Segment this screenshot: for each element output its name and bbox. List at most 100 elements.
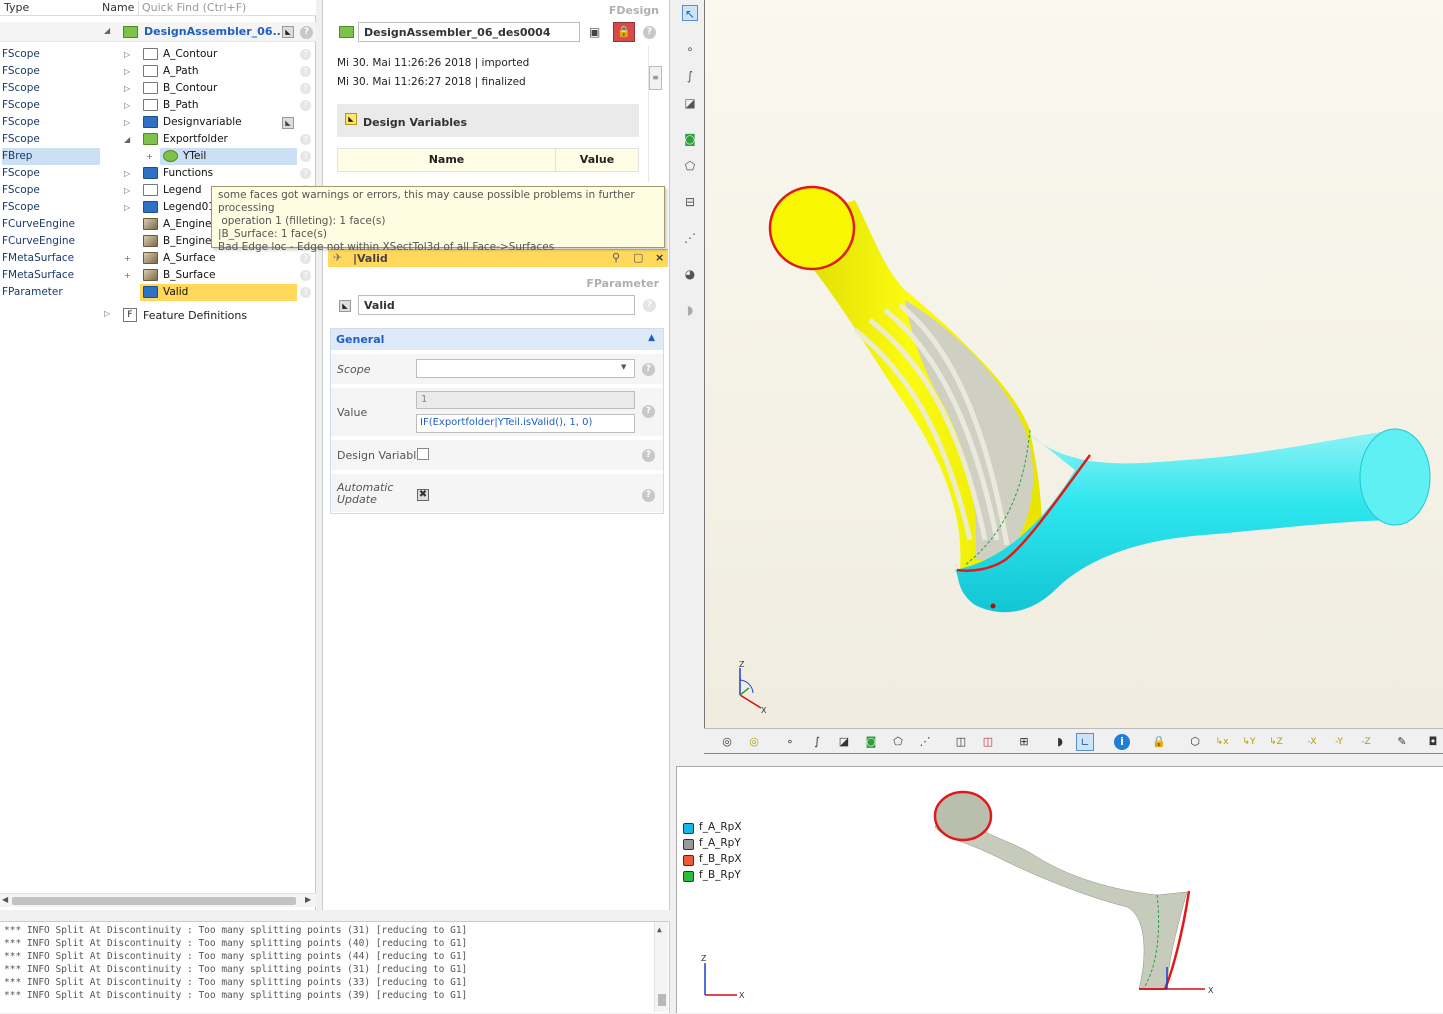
tree-row[interactable]: FScope ◢ Exportfolder? (0, 131, 316, 148)
help-icon[interactable]: ? (642, 405, 655, 418)
tree-row-name[interactable]: Legend (163, 182, 202, 199)
scrollbar-thumb[interactable] (12, 897, 296, 905)
expand-toggle-icon[interactable]: ▷ (124, 165, 130, 182)
tree-row[interactable]: FScope ▷ Designvariable ◣ (0, 114, 316, 131)
point-filter-icon[interactable]: ∘ (781, 733, 799, 751)
tree-row[interactable]: FScope ▷ B_Path? (0, 97, 316, 114)
help-icon[interactable]: ? (300, 26, 313, 39)
parameter-name-field[interactable]: Valid (358, 295, 635, 315)
curve-filter-icon[interactable]: ∫ (808, 733, 826, 751)
help-icon[interactable]: ? (300, 168, 311, 179)
chevron-down-icon[interactable]: ▼ (621, 363, 626, 371)
expand-toggle-icon[interactable]: ▷ (124, 199, 130, 216)
name-column-header[interactable]: Name (338, 149, 556, 171)
tree-row-name[interactable]: A_Contour (163, 46, 217, 63)
secondary-model-view[interactable]: X Z X (677, 767, 1443, 1014)
value-expression-field[interactable]: IF(Exportfolder|YTeil.isValid(), 1, 0) (416, 414, 635, 433)
center-view-icon[interactable]: ◎ (745, 733, 763, 751)
tree-row-name[interactable]: B_Surface (163, 267, 215, 284)
view-y-icon[interactable]: ↳Y (1240, 733, 1258, 751)
section-icon[interactable]: ◫ (952, 733, 970, 751)
tree-horizontal-scrollbar[interactable]: ◀ ▶ (0, 893, 316, 907)
edit-icon[interactable]: ◣ (282, 117, 294, 129)
help-icon[interactable]: ? (300, 134, 311, 145)
expand-toggle-icon[interactable]: ▷ (124, 182, 130, 199)
mesh-filter-icon[interactable]: ⬠ (889, 733, 907, 751)
expand-toggle-icon[interactable]: ◢ (124, 131, 130, 148)
expand-toggle-icon[interactable]: + (124, 267, 131, 284)
type-column-header[interactable]: Type (4, 1, 29, 14)
tree-row[interactable]: FScope ▷ A_Path? (0, 63, 316, 80)
clip-plane-icon[interactable]: ◫ (979, 733, 997, 751)
collapse-icon[interactable]: ▲ (648, 333, 655, 343)
tree-row-name[interactable]: A_Surface (163, 250, 215, 267)
tree-row-name[interactable]: B_Engine (163, 233, 211, 250)
help-icon[interactable]: ? (643, 299, 656, 312)
curve-tool-icon[interactable]: ∫ (682, 68, 698, 84)
help-icon[interactable]: ? (300, 287, 311, 298)
help-icon[interactable]: ? (300, 253, 311, 264)
tree-row[interactable]: FMetaSurface + B_Surface? (0, 267, 316, 284)
mesh-icon[interactable]: ⬠ (682, 158, 698, 174)
tree-row-name[interactable]: Valid (163, 284, 188, 301)
shaded-filter-icon[interactable]: ◙ (862, 733, 880, 751)
expand-toggle-icon[interactable]: ▷ (124, 63, 130, 80)
expand-arrow-icon[interactable]: ▷ (104, 309, 110, 318)
select-tool-icon[interactable]: ↖ (682, 5, 698, 21)
design-variable-checkbox[interactable] (417, 448, 429, 460)
help-icon[interactable]: ? (300, 270, 311, 281)
help-icon[interactable]: ? (300, 100, 311, 111)
feature-definitions-row[interactable]: ▷ F Feature Definitions (0, 306, 316, 326)
scroll-right-icon[interactable]: ▶ (305, 895, 311, 904)
view-minus-z-icon[interactable]: -Z (1357, 733, 1375, 751)
grid-icon[interactable]: ⊞ (1015, 733, 1033, 751)
tree-row-name[interactable]: A_Engine (163, 216, 211, 233)
view-x-icon[interactable]: ↳x (1213, 733, 1231, 751)
tree-row-name[interactable]: Exportfolder (163, 131, 228, 148)
tree-row[interactable]: FBrep + YTeil? (0, 148, 316, 165)
expand-toggle-icon[interactable]: ▷ (124, 80, 130, 97)
name-column-header[interactable]: Name (102, 1, 134, 14)
edit-icon[interactable]: ◣ (282, 26, 294, 38)
save-icon[interactable]: ▣ (589, 25, 600, 39)
sketch-icon[interactable]: ✎ (1393, 733, 1411, 751)
tree-root-label[interactable]: DesignAssembler_06... (144, 25, 285, 38)
scope-select[interactable] (416, 359, 635, 378)
expand-toggle-icon[interactable]: + (124, 250, 131, 267)
help-icon[interactable]: ? (642, 489, 655, 502)
expand-toggle-icon[interactable]: + (146, 148, 153, 165)
log-scrollbar[interactable]: ▲ (654, 922, 668, 1012)
tree-row[interactable]: FScope ▷ Functions? (0, 165, 316, 182)
quick-find-input[interactable]: Quick Find (Ctrl+F) (142, 1, 246, 14)
tree-row[interactable]: FParameter Valid? (0, 284, 316, 301)
help-icon[interactable]: ? (300, 83, 311, 94)
tree-row-name[interactable]: Designvariable (163, 114, 242, 131)
3d-model-view[interactable]: Z X (705, 0, 1443, 728)
expand-toggle-icon[interactable]: ▷ (124, 46, 130, 63)
dotted-filter-icon[interactable]: ⋰ (916, 733, 934, 751)
shaded-surface-icon[interactable]: ◙ (682, 131, 698, 147)
scroll-left-icon[interactable]: ◀ (2, 895, 8, 904)
collapse-arrow-icon[interactable]: ◢ (104, 26, 110, 35)
measure-icon[interactable]: ⊟ (682, 194, 698, 210)
help-icon[interactable]: ? (300, 49, 311, 60)
help-icon[interactable]: ? (643, 26, 656, 39)
tree-row-name[interactable]: B_Path (163, 97, 199, 114)
render-icon[interactable]: ◕ (682, 266, 698, 282)
camera-icon[interactable]: ◘ (1424, 733, 1442, 751)
tree-row-name[interactable]: Functions (163, 165, 213, 182)
help-icon[interactable]: ? (642, 449, 655, 462)
view-z-icon[interactable]: ↳Z (1267, 733, 1285, 751)
tree-root-row[interactable]: ◢ DesignAssembler_06... ◣ ? (0, 22, 316, 42)
expand-toggle-icon[interactable]: ▷ (124, 97, 130, 114)
tree-row-name[interactable]: B_Contour (163, 80, 217, 97)
view-minus-x-icon[interactable]: -X (1303, 733, 1321, 751)
automatic-update-checkbox[interactable]: ✖ (417, 489, 429, 501)
expand-toggle-icon[interactable]: ▷ (124, 114, 130, 131)
secondary-3d-viewport[interactable]: f_A_RpX f_A_RpY f_B_RpX f_B_RpY X Z X (676, 766, 1443, 1013)
surface-tool-icon[interactable]: ◪ (682, 95, 698, 111)
tree-row-name[interactable]: YTeil (183, 148, 206, 165)
surface-filter-icon[interactable]: ◪ (835, 733, 853, 751)
shield-icon[interactable]: ◗ (1051, 733, 1069, 751)
dotted-line-icon[interactable]: ⋰ (682, 230, 698, 246)
